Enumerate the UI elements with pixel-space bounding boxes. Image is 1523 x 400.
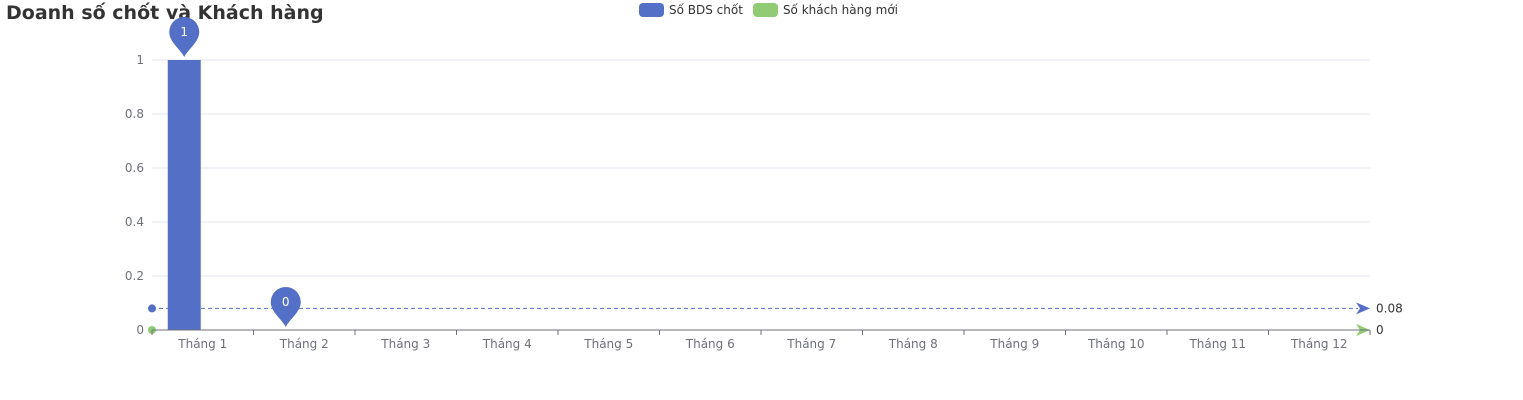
mark-line-arrow (1356, 302, 1370, 315)
x-tick-label: Tháng 10 (1087, 337, 1145, 351)
x-tick-label: Tháng 1 (177, 337, 227, 351)
y-tick-label: 0 (136, 323, 144, 337)
y-tick-label: 1 (136, 53, 144, 67)
mark-line-label: 0.08 (1376, 301, 1403, 315)
chart-svg: 0 0.2 0.4 0.6 0.8 1 0.08 0 Tháng 1 Tháng 2 Tháng 3… (125, 17, 1403, 351)
x-tick-label: Tháng 12 (1290, 337, 1348, 351)
y-tick-label: 0.8 (125, 107, 144, 121)
x-tick-label: Tháng 11 (1188, 337, 1246, 351)
x-tick-label: Tháng 6 (685, 337, 735, 351)
mark-line-start-dot (148, 304, 156, 313)
x-tick-label: Tháng 3 (380, 337, 430, 351)
x-tick-label: Tháng 9 (989, 337, 1039, 351)
mark-point-label: 1 (180, 25, 188, 39)
mark-point-label: 0 (282, 295, 290, 309)
x-tick-label: Tháng 2 (279, 337, 329, 351)
y-tick-label: 0.4 (125, 215, 144, 229)
mark-line-label: 0 (1376, 323, 1384, 337)
y-tick-label: 0.2 (125, 269, 144, 283)
x-tick-label: Tháng 5 (583, 337, 633, 351)
x-tick-label: Tháng 7 (786, 337, 836, 351)
y-tick-label: 0.6 (125, 161, 144, 175)
x-tick-label: Tháng 4 (482, 337, 532, 351)
bar (167, 60, 201, 330)
x-tick-label: Tháng 8 (888, 337, 938, 351)
